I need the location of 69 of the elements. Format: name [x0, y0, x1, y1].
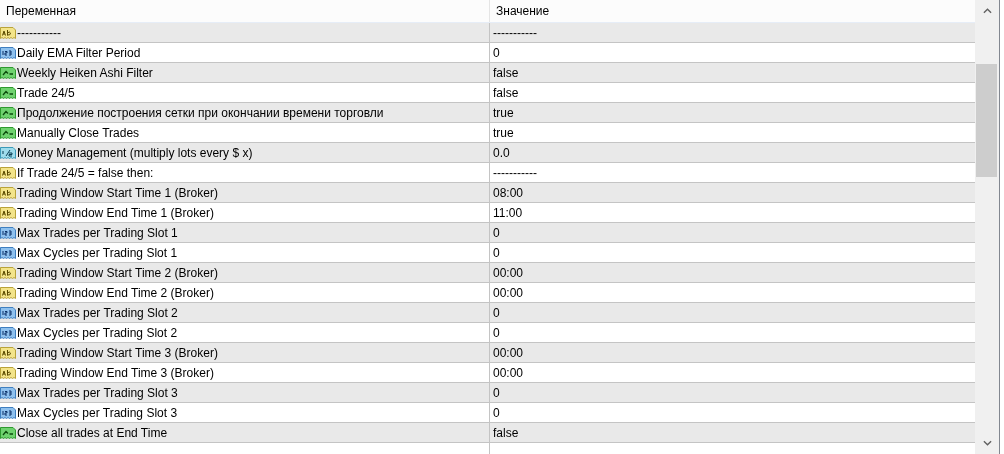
toggle-icon	[0, 84, 16, 101]
table-cell[interactable]: 0	[490, 323, 975, 342]
parameter-name: Daily EMA Filter Period	[17, 45, 141, 60]
table-cell[interactable]: 00:00	[490, 343, 975, 362]
parameter-name: Max Cycles per Trading Slot 1	[17, 245, 178, 260]
ab-icon	[0, 204, 16, 221]
table-cell[interactable]: 08:00	[490, 183, 975, 202]
toggle-icon	[0, 104, 16, 121]
toggle-icon	[0, 124, 16, 141]
parameter-name: -----------	[17, 25, 61, 40]
parameter-name: Trading Window Start Time 2 (Broker)	[17, 265, 218, 280]
parameter-name: If Trade 24/5 = false then:	[17, 165, 154, 180]
table-cell[interactable]: 0	[490, 303, 975, 322]
parameter-name: Weekly Heiken Ashi Filter	[17, 65, 153, 80]
table-cell[interactable]: 0	[490, 383, 975, 402]
number-icon	[0, 244, 16, 261]
table-cell[interactable]: 00:00	[490, 363, 975, 382]
parameter-name: Trade 24/5	[17, 85, 75, 100]
table-cell[interactable]: 0.0	[490, 143, 975, 162]
table-cell[interactable]: false	[490, 63, 975, 82]
parameter-name: Trading Window Start Time 3 (Broker)	[17, 345, 218, 360]
table-cell[interactable]: 11:00	[490, 203, 975, 222]
ab-icon	[0, 364, 16, 381]
ab-icon	[0, 24, 16, 41]
parameter-name: Max Trades per Trading Slot 3	[17, 385, 178, 400]
table-cell[interactable]: false	[490, 423, 975, 442]
number-icon	[0, 44, 16, 61]
parameter-name: Max Cycles per Trading Slot 2	[17, 325, 178, 340]
ab-icon	[0, 284, 16, 301]
column-header[interactable]: Переменная	[0, 0, 490, 22]
table-cell[interactable]: 00:00	[490, 263, 975, 282]
table-cell[interactable]: 0	[490, 223, 975, 242]
table-cell[interactable]: 0	[490, 243, 975, 262]
column-header[interactable]: Значение	[490, 0, 975, 22]
scrollbar[interactable]	[975, 0, 999, 454]
number-icon	[0, 324, 16, 341]
parameter-name: Max Trades per Trading Slot 2	[17, 305, 178, 320]
toggle-icon	[0, 64, 16, 81]
table-cell[interactable]: 00:00	[490, 283, 975, 302]
parameter-name: Max Cycles per Trading Slot 3	[17, 405, 178, 420]
number-icon	[0, 404, 16, 421]
scroll-down-icon[interactable]	[982, 440, 992, 446]
table-cell[interactable]: true	[490, 103, 975, 122]
parameter-name: Trading Window End Time 3 (Broker)	[17, 365, 214, 380]
parameter-name: Продолжение построения сетки при окончании времени торговли	[17, 105, 384, 120]
fraction-icon	[0, 144, 16, 161]
table-cell[interactable]: true	[490, 123, 975, 142]
toggle-icon	[0, 424, 16, 441]
parameter-name: Trading Window Start Time 1 (Broker)	[17, 185, 218, 200]
ab-icon	[0, 264, 16, 281]
parameter-name: Manually Close Trades	[17, 125, 140, 140]
number-icon	[0, 304, 16, 321]
table-cell[interactable]: -----------	[490, 23, 975, 42]
table-cell[interactable]: 0	[490, 403, 975, 422]
scroll-thumb[interactable]	[976, 64, 997, 177]
number-icon	[0, 224, 16, 241]
parameter-name: Trading Window End Time 2 (Broker)	[17, 285, 214, 300]
table-cell[interactable]: false	[490, 83, 975, 102]
number-icon	[0, 384, 16, 401]
table-cell[interactable]: 0	[490, 43, 975, 62]
table-cell[interactable]: -----------	[490, 163, 975, 182]
ab-icon	[0, 184, 16, 201]
parameter-name: Money Management (multiply lots every $ x)	[17, 145, 253, 160]
ab-icon	[0, 164, 16, 181]
parameter-name: Max Trades per Trading Slot 1	[17, 225, 178, 240]
scroll-up-icon[interactable]	[982, 8, 992, 14]
parameter-name: Trading Window End Time 1 (Broker)	[17, 205, 214, 220]
ab-icon	[0, 344, 16, 361]
parameter-name: Close all trades at End Time	[17, 425, 168, 440]
